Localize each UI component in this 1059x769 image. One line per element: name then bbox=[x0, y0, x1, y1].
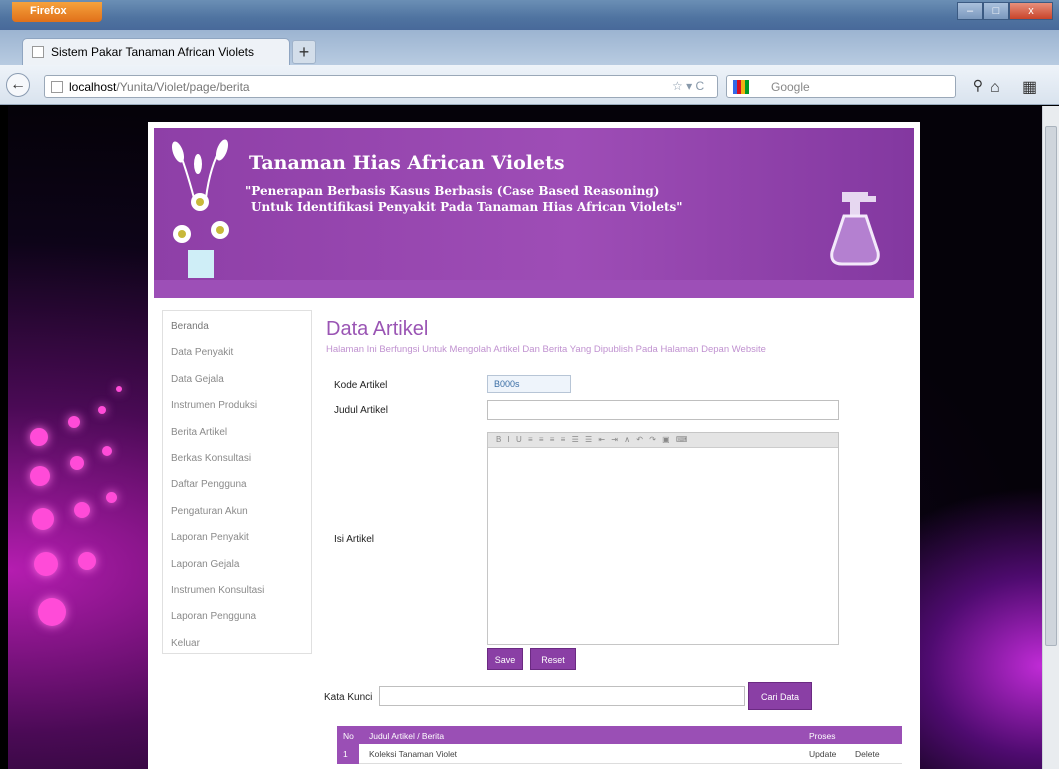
background-light bbox=[116, 386, 122, 392]
vertical-scrollbar[interactable] bbox=[1042, 106, 1059, 769]
window-titlebar: Firefox – □ x bbox=[0, 0, 1059, 30]
site-title: Tanaman Hias African Violets bbox=[249, 152, 565, 174]
tab-active[interactable]: Sistem Pakar Tanaman African Violets bbox=[22, 38, 290, 65]
menu-icon[interactable]: ▦ bbox=[1022, 77, 1037, 97]
header-band bbox=[154, 280, 914, 298]
kode-artikel-label: Kode Artikel bbox=[334, 380, 388, 391]
table-row: 1 Koleksi Tanaman Violet Update Delete bbox=[337, 744, 902, 764]
background-light bbox=[38, 598, 66, 626]
header-banner: Tanaman Hias African Violets "Penerapan … bbox=[154, 128, 914, 280]
judul-artikel-field[interactable] bbox=[487, 400, 839, 420]
url-bar[interactable]: localhost/Yunita/Violet/page/berita bbox=[44, 75, 718, 98]
page-favicon-icon bbox=[32, 46, 44, 58]
back-button[interactable]: ← bbox=[6, 73, 30, 97]
new-tab-button[interactable]: + bbox=[292, 40, 316, 64]
background-light bbox=[70, 456, 84, 470]
table-header-judul: Judul Artikel / Berita bbox=[369, 731, 445, 741]
table-header: No Judul Artikel / Berita Proses bbox=[337, 726, 902, 744]
url-path: /Yunita/Violet/page/berita bbox=[116, 80, 250, 94]
sidebar-item-data-gejala[interactable]: Data Gejala bbox=[171, 370, 311, 396]
sidebar-item-instrumen-produksi[interactable]: Instrumen Produksi bbox=[171, 396, 311, 422]
sidebar-item-laporan-gejala[interactable]: Laporan Gejala bbox=[171, 555, 311, 581]
search-placeholder: Google bbox=[771, 80, 810, 94]
reset-button[interactable]: Reset bbox=[530, 648, 576, 670]
background-light bbox=[30, 428, 48, 446]
isi-artikel-editor[interactable]: B I U ≡ ≡ ≡ ≡ ☰ ☰ ⇤ ⇥ ∧ ↶ ↷ ▣ ⌨ bbox=[487, 432, 839, 645]
background-light bbox=[106, 492, 117, 503]
spray-bottle-icon bbox=[830, 192, 880, 266]
maximize-button[interactable]: □ bbox=[983, 2, 1009, 20]
close-button[interactable]: x bbox=[1009, 2, 1053, 20]
site-identity-icon bbox=[51, 81, 63, 93]
sidebar-item-laporan-penyakit[interactable]: Laporan Penyakit bbox=[171, 528, 311, 554]
home-icon[interactable]: ⌂ bbox=[990, 79, 1000, 97]
site-subtitle: "Penerapan Berbasis Kasus Berbasis (Case… bbox=[245, 183, 805, 215]
table-header-proses: Proses bbox=[809, 731, 836, 741]
background-light bbox=[74, 502, 90, 518]
table-cell-no: 1 bbox=[337, 744, 359, 764]
sidebar-item-berita-artikel[interactable]: Berita Artikel bbox=[171, 423, 311, 449]
background-light bbox=[78, 552, 96, 570]
page-description: Halaman Ini Berfungsi Untuk Mengolah Art… bbox=[326, 344, 766, 355]
sidebar-item-beranda[interactable]: Beranda bbox=[171, 317, 311, 343]
background-light bbox=[32, 508, 54, 530]
navigation-toolbar: ← localhost/Yunita/Violet/page/berita ☆ … bbox=[0, 65, 1059, 105]
minimize-button[interactable]: – bbox=[957, 2, 983, 20]
background-light bbox=[30, 466, 50, 486]
firefox-menu-button[interactable]: Firefox bbox=[12, 2, 102, 22]
sidebar-item-berkas-konsultasi[interactable]: Berkas Konsultasi bbox=[171, 449, 311, 475]
judul-artikel-label: Judul Artikel bbox=[334, 405, 388, 416]
isi-artikel-label: Isi Artikel bbox=[334, 534, 375, 545]
table-header-no: No bbox=[343, 731, 354, 741]
page-title: Data Artikel bbox=[326, 318, 429, 340]
sidebar-item-laporan-pengguna[interactable]: Laporan Pengguna bbox=[171, 607, 311, 633]
search-input[interactable] bbox=[379, 686, 745, 706]
background-light bbox=[102, 446, 112, 456]
kode-artikel-field[interactable]: B000s bbox=[487, 375, 571, 393]
search-label: Kata Kunci bbox=[324, 692, 373, 703]
table-cell-judul: Koleksi Tanaman Violet bbox=[369, 749, 458, 759]
sidebar-item-instrumen-konsultasi[interactable]: Instrumen Konsultasi bbox=[171, 581, 311, 607]
site-container: Tanaman Hias African Violets "Penerapan … bbox=[148, 122, 920, 769]
background-light bbox=[34, 552, 58, 576]
editor-toolbar[interactable]: B I U ≡ ≡ ≡ ≡ ☰ ☰ ⇤ ⇥ ∧ ↶ ↷ ▣ ⌨ bbox=[488, 433, 838, 448]
background-light bbox=[98, 406, 106, 414]
scrollbar-thumb[interactable] bbox=[1045, 126, 1057, 646]
search-icon[interactable]: ⚲ bbox=[973, 77, 983, 94]
sidebar-item-daftar-pengguna[interactable]: Daftar Pengguna bbox=[171, 475, 311, 501]
search-bar[interactable]: Google ⚲ bbox=[726, 75, 983, 98]
delete-link[interactable]: Delete bbox=[855, 749, 880, 759]
url-host: localhost bbox=[69, 80, 117, 94]
tab-title: Sistem Pakar Tanaman African Violets bbox=[51, 45, 254, 59]
save-button[interactable]: Save bbox=[487, 648, 523, 670]
sidebar-item-keluar[interactable]: Keluar bbox=[171, 634, 311, 660]
update-link[interactable]: Update bbox=[809, 749, 836, 759]
window-controls: – □ x bbox=[957, 2, 1053, 20]
bookmark-star-icon[interactable]: ☆ ▾ C bbox=[672, 79, 704, 93]
background-light bbox=[68, 416, 80, 428]
flower-vase-icon bbox=[171, 139, 229, 278]
sidebar-menu: Beranda Data Penyakit Data Gejala Instru… bbox=[162, 310, 312, 654]
site-subtitle-line2: Untuk Identifikasi Penyakit Pada Tanaman… bbox=[251, 200, 683, 214]
sidebar-item-data-penyakit[interactable]: Data Penyakit bbox=[171, 343, 311, 369]
sidebar-item-pengaturan-akun[interactable]: Pengaturan Akun bbox=[171, 502, 311, 528]
site-subtitle-line1: "Penerapan Berbasis Kasus Berbasis (Case… bbox=[245, 184, 660, 198]
google-icon bbox=[733, 80, 749, 94]
cari-data-button[interactable]: Cari Data bbox=[748, 682, 812, 710]
page-viewport: Tanaman Hias African Violets "Penerapan … bbox=[8, 106, 1042, 769]
